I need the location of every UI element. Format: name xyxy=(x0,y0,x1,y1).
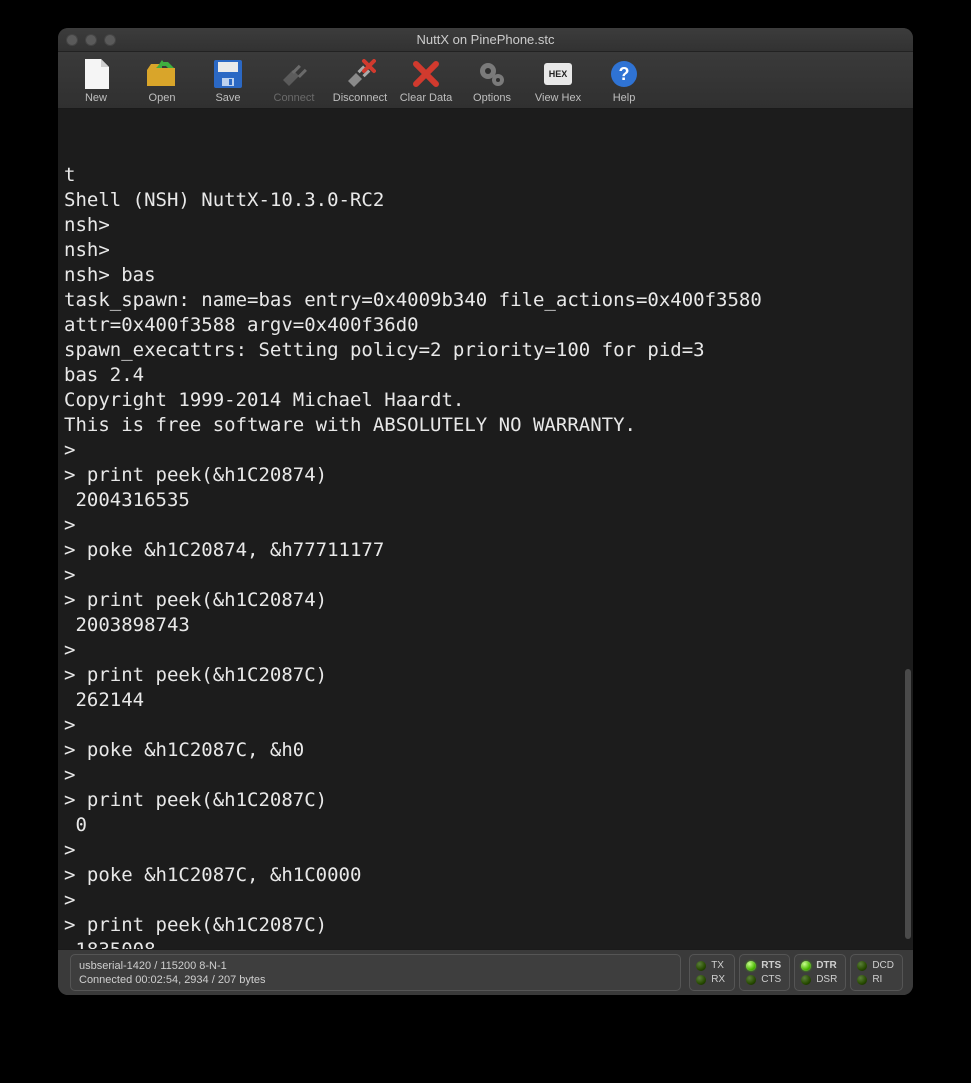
options-label: Options xyxy=(473,92,511,104)
terminal-line: > print peek(&h1C2087C) xyxy=(64,663,907,688)
titlebar: NuttX on PinePhone.stc xyxy=(58,28,913,52)
open-label: Open xyxy=(149,92,176,104)
save-floppy-icon xyxy=(212,58,244,90)
hex-badge-icon: HEX xyxy=(542,58,574,90)
terminal-line: > xyxy=(64,438,907,463)
new-button[interactable]: New xyxy=(66,58,126,104)
cts-label: CTS xyxy=(761,974,781,985)
ri-label: RI xyxy=(872,974,882,985)
connection-duration-text: Connected 00:02:54, 2934 / 207 bytes xyxy=(79,974,672,986)
terminal-line: > xyxy=(64,638,907,663)
clear-data-label: Clear Data xyxy=(400,92,453,104)
terminal-line: > print peek(&h1C20874) xyxy=(64,463,907,488)
options-button[interactable]: Options xyxy=(462,58,522,104)
dcd-label: DCD xyxy=(872,960,894,971)
save-label: Save xyxy=(215,92,240,104)
zoom-window-button[interactable] xyxy=(104,34,116,46)
new-file-icon xyxy=(80,58,112,90)
dsr-led-icon xyxy=(801,975,811,985)
toolbar: New Open Save Connect Disconnect xyxy=(58,52,913,109)
rx-label: RX xyxy=(711,974,725,985)
svg-text:?: ? xyxy=(619,64,630,84)
terminal-line: spawn_execattrs: Setting policy=2 priori… xyxy=(64,338,907,363)
terminal-line: Copyright 1999-2014 Michael Haardt. xyxy=(64,388,907,413)
terminal-line: > xyxy=(64,838,907,863)
terminal-line: > print peek(&h1C2087C) xyxy=(64,788,907,813)
signal-led-panel: TX RX RTS CTS DTR DSR DCD RI xyxy=(685,950,913,995)
rts-label[interactable]: RTS xyxy=(761,960,781,971)
disconnect-button[interactable]: Disconnect xyxy=(330,58,390,104)
terminal-line: Shell (NSH) NuttX-10.3.0-RC2 xyxy=(64,188,907,213)
terminal-output[interactable]: tShell (NSH) NuttX-10.3.0-RC2nsh>nsh>nsh… xyxy=(58,109,913,949)
minimize-window-button[interactable] xyxy=(85,34,97,46)
window-title: NuttX on PinePhone.stc xyxy=(58,32,913,47)
dtr-label[interactable]: DTR xyxy=(816,960,837,971)
clear-data-button[interactable]: Clear Data xyxy=(396,58,456,104)
clear-x-icon xyxy=(410,58,442,90)
gears-icon xyxy=(476,58,508,90)
help-label: Help xyxy=(613,92,636,104)
close-window-button[interactable] xyxy=(66,34,78,46)
dcd-led-icon xyxy=(857,961,867,971)
terminal-line: nsh> bas xyxy=(64,263,907,288)
terminal-line: nsh> xyxy=(64,238,907,263)
rx-led-icon xyxy=(696,975,706,985)
connect-label: Connect xyxy=(274,92,315,104)
traffic-lights xyxy=(66,34,116,46)
tx-label: TX xyxy=(711,960,724,971)
terminal-line: 262144 xyxy=(64,688,907,713)
terminal-line: > xyxy=(64,888,907,913)
view-hex-label: View Hex xyxy=(535,92,581,104)
dsr-label: DSR xyxy=(816,974,837,985)
terminal-line: attr=0x400f3588 argv=0x400f36d0 xyxy=(64,313,907,338)
view-hex-button[interactable]: HEX View Hex xyxy=(528,58,588,104)
terminal-line: 2003898743 xyxy=(64,613,907,638)
terminal-line: bas 2.4 xyxy=(64,363,907,388)
connect-plug-icon xyxy=(278,58,310,90)
terminal-line: > xyxy=(64,713,907,738)
terminal-line: nsh> xyxy=(64,213,907,238)
disconnect-label: Disconnect xyxy=(333,92,387,104)
ri-led-icon xyxy=(857,975,867,985)
terminal-line: This is free software with ABSOLUTELY NO… xyxy=(64,413,907,438)
dtr-led-icon xyxy=(801,961,811,971)
terminal-line: 0 xyxy=(64,813,907,838)
port-settings-text: usbserial-1420 / 115200 8-N-1 xyxy=(79,960,672,972)
terminal-line: task_spawn: name=bas entry=0x4009b340 fi… xyxy=(64,288,907,313)
connect-button: Connect xyxy=(264,58,324,104)
terminal-line: > poke &h1C2087C, &h1C0000 xyxy=(64,863,907,888)
statusbar: usbserial-1420 / 115200 8-N-1 Connected … xyxy=(58,949,913,995)
disconnect-plug-icon xyxy=(344,58,376,90)
open-folder-icon xyxy=(146,58,178,90)
save-button[interactable]: Save xyxy=(198,58,258,104)
help-question-icon: ? xyxy=(608,58,640,90)
rts-led-icon xyxy=(746,961,756,971)
terminal-line: > xyxy=(64,763,907,788)
app-window: NuttX on PinePhone.stc New Open Save Con… xyxy=(58,28,913,995)
connection-status-panel: usbserial-1420 / 115200 8-N-1 Connected … xyxy=(70,954,681,991)
terminal-line: > xyxy=(64,563,907,588)
terminal-line: > poke &h1C2087C, &h0 xyxy=(64,738,907,763)
new-label: New xyxy=(85,92,107,104)
vertical-scrollbar[interactable] xyxy=(905,669,911,939)
terminal-line: 1835008 xyxy=(64,938,907,949)
terminal-line: > print peek(&h1C2087C) xyxy=(64,913,907,938)
terminal-line: 2004316535 xyxy=(64,488,907,513)
open-button[interactable]: Open xyxy=(132,58,192,104)
terminal-line: > xyxy=(64,513,907,538)
terminal-line: > print peek(&h1C20874) xyxy=(64,588,907,613)
tx-led-icon xyxy=(696,961,706,971)
help-button[interactable]: ? Help xyxy=(594,58,654,104)
terminal-line: t xyxy=(64,163,907,188)
cts-led-icon xyxy=(746,975,756,985)
terminal-line: > poke &h1C20874, &h77711177 xyxy=(64,538,907,563)
